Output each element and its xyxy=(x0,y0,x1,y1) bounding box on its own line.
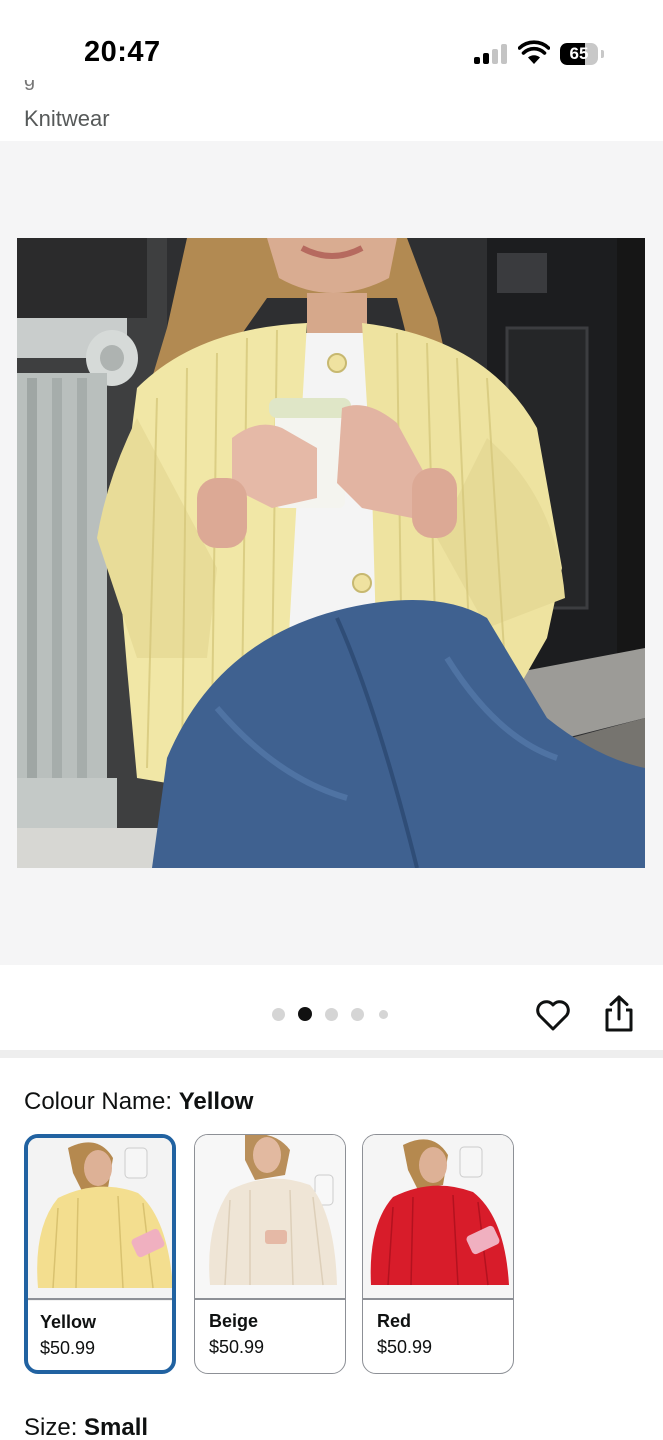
status-bar: 20:47 65 xyxy=(0,0,663,100)
colour-name-label: Colour Name: Yellow xyxy=(24,1088,254,1115)
swatch-name: Beige xyxy=(209,1311,259,1331)
colour-swatch-red[interactable]: Red $50.99 xyxy=(362,1134,514,1374)
product-photo[interactable] xyxy=(17,238,645,868)
product-image-gallery[interactable] xyxy=(0,141,663,965)
pagination-dot-active[interactable] xyxy=(298,1007,312,1021)
breadcrumb-category[interactable]: Knitwear xyxy=(24,106,110,132)
size-label: Size: Small xyxy=(24,1414,149,1440)
swatch-image-red xyxy=(363,1135,513,1298)
wifi-icon xyxy=(518,40,550,64)
share-icon[interactable] xyxy=(600,994,638,1034)
selected-size: Small xyxy=(84,1414,149,1440)
selected-colour: Yellow xyxy=(178,1088,254,1115)
swatch-image-beige xyxy=(195,1135,345,1298)
battery-icon: 65 xyxy=(560,43,598,65)
swatch-name: Red xyxy=(377,1311,412,1331)
heart-icon[interactable] xyxy=(534,996,572,1034)
swatch-price: $50.99 xyxy=(377,1337,433,1357)
pagination-dot[interactable] xyxy=(379,1010,388,1019)
status-time: 20:47 xyxy=(84,36,161,68)
colour-swatch-beige[interactable]: Beige $50.99 xyxy=(194,1134,346,1374)
swatch-image-yellow xyxy=(28,1138,172,1301)
pagination-dot[interactable] xyxy=(325,1008,338,1021)
swatch-divider xyxy=(28,1298,172,1300)
scrolled-category-text: g xyxy=(24,80,36,91)
cellular-signal-icon xyxy=(474,44,508,64)
section-divider xyxy=(0,1050,663,1058)
pagination-dot[interactable] xyxy=(351,1008,364,1021)
swatch-name: Yellow xyxy=(40,1312,97,1332)
battery-level: 65 xyxy=(569,44,589,63)
pagination-dot[interactable] xyxy=(272,1008,285,1021)
swatch-divider xyxy=(195,1298,345,1300)
swatch-price: $50.99 xyxy=(40,1338,96,1358)
swatch-divider xyxy=(363,1298,513,1300)
battery-tip xyxy=(601,50,604,58)
swatch-price: $50.99 xyxy=(209,1337,265,1357)
colour-swatch-yellow[interactable]: Yellow $50.99 xyxy=(24,1134,176,1374)
